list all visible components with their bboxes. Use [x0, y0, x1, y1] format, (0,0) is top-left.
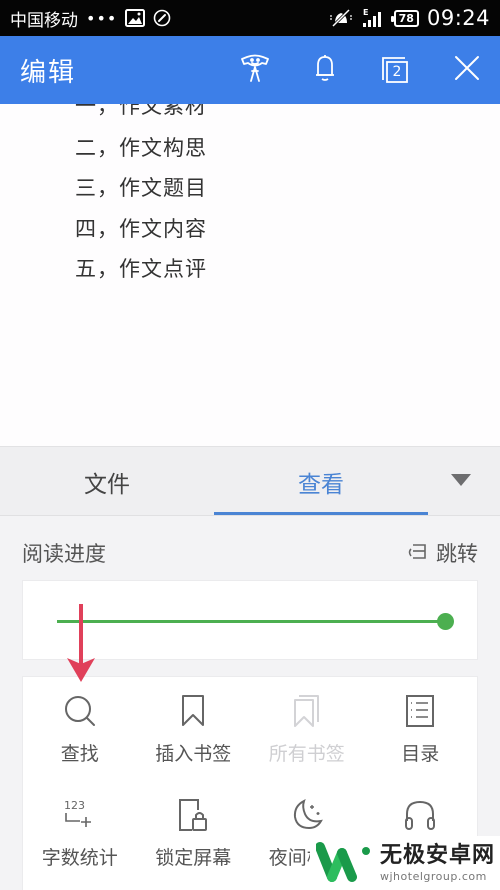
toc-icon — [402, 693, 438, 729]
gallery-icon — [125, 9, 146, 27]
tool-label: 所有书签 — [268, 742, 345, 765]
more-notifications-dots: ••• — [86, 8, 118, 28]
svg-text:E: E — [363, 8, 368, 17]
document-line: 五，作文点评 — [75, 257, 207, 281]
toolbar-tabs: 文件 查看 — [0, 446, 500, 516]
document-line: 三，作文题目 — [75, 176, 207, 200]
app-bar: 编辑 2 — [0, 36, 500, 104]
insert-bookmark-tool[interactable]: 插入书签 — [137, 677, 251, 781]
watermark-title: 无极安卓网 — [380, 842, 496, 868]
mascot-icon — [239, 52, 271, 88]
triangle-down-icon — [450, 472, 472, 491]
document-line: 四，作文内容 — [75, 217, 207, 241]
collapse-panel-button[interactable] — [428, 447, 500, 515]
reading-progress-slider[interactable] — [57, 620, 445, 623]
word-count-tool[interactable]: 123 字数统计 — [23, 781, 137, 885]
bookmark-icon — [175, 693, 211, 729]
notifications-button[interactable] — [290, 36, 360, 104]
search-tool[interactable]: 查找 — [23, 677, 137, 781]
tool-label: 锁定屏幕 — [155, 846, 232, 869]
close-button[interactable] — [430, 36, 480, 104]
mascot-button[interactable] — [220, 36, 290, 104]
reading-progress-label: 阅读进度 — [22, 542, 106, 566]
tool-label: 字数统计 — [41, 846, 118, 869]
screen: 中国移动 ••• E 78 09:24 编辑 2 一，作文素材 二，作文构思 三… — [0, 0, 500, 890]
battery-indicator: 78 — [390, 9, 419, 27]
tool-label: 插入书签 — [155, 742, 232, 765]
jump-label: 跳转 — [436, 542, 478, 566]
document-line: 一，作文素材 — [75, 104, 207, 118]
tab-file[interactable]: 文件 — [0, 447, 214, 517]
windows-count-badge: 2 — [392, 64, 402, 80]
jump-button[interactable]: 跳转 — [406, 538, 478, 568]
svg-text:123: 123 — [64, 799, 85, 812]
carrier-name: 中国移动 — [10, 10, 78, 31]
clock: 09:24 — [426, 6, 490, 30]
windows-button[interactable]: 2 — [360, 36, 430, 104]
page-title: 编辑 — [20, 57, 77, 88]
table-of-contents-tool[interactable]: 目录 — [364, 677, 478, 781]
tool-label: 查找 — [60, 742, 99, 765]
headphones-icon — [402, 797, 438, 833]
reading-progress-card — [22, 580, 478, 660]
document-content[interactable]: 一，作文素材 二，作文构思 三，作文题目 四，作文内容 五，作文点评 — [0, 104, 500, 446]
status-bar: 中国移动 ••• E 78 09:24 — [0, 0, 500, 36]
windows-icon: 2 — [380, 55, 410, 85]
word-count-icon: 123 — [62, 797, 98, 833]
bookmarks-icon — [289, 693, 325, 729]
watermark-logo-icon — [315, 839, 374, 887]
close-icon — [454, 55, 480, 85]
signal-icon: E — [360, 8, 386, 28]
document-line: 二，作文构思 — [75, 136, 207, 160]
night-mode-icon — [289, 797, 325, 833]
speedometer-icon — [153, 9, 171, 27]
bell-icon — [314, 53, 336, 87]
mute-vibrate-icon — [330, 9, 352, 27]
search-icon — [62, 693, 98, 729]
lock-screen-tool[interactable]: 锁定屏幕 — [137, 781, 251, 885]
view-panel: 阅读进度 跳转 查找 插入书签 所有书签 目录 123 字数统计 锁定屏幕 夜间… — [0, 516, 500, 890]
lock-screen-icon — [175, 797, 211, 833]
reading-progress-thumb[interactable] — [437, 613, 454, 630]
tab-view[interactable]: 查看 — [214, 447, 428, 517]
all-bookmarks-tool[interactable]: 所有书签 — [250, 677, 364, 781]
watermark: 无极安卓网 wjhotelgroup.com — [310, 836, 500, 890]
tool-label: 目录 — [401, 742, 440, 765]
watermark-url: wjhotelgroup.com — [380, 869, 487, 883]
jump-icon — [406, 540, 428, 567]
